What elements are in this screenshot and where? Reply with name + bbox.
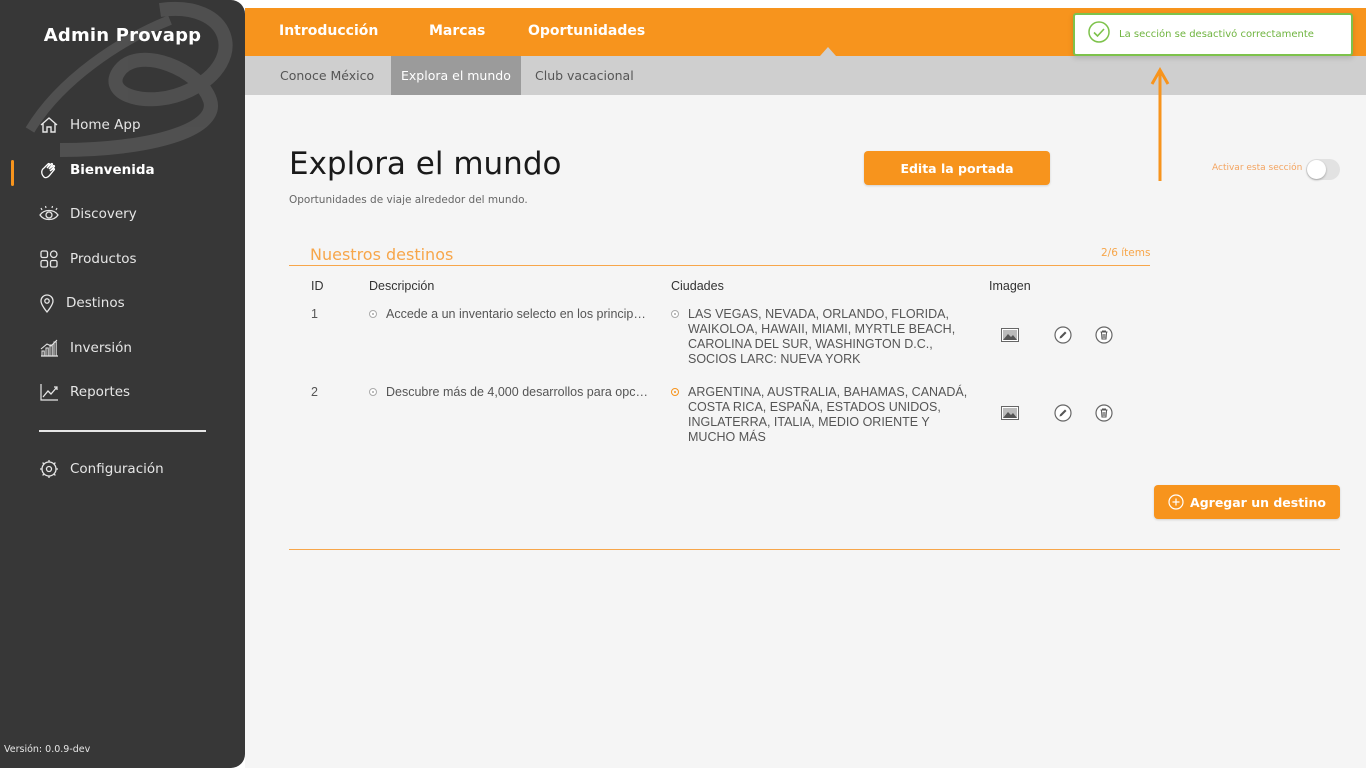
image-icon[interactable] xyxy=(1001,326,1019,344)
bottom-divider xyxy=(289,549,1340,550)
row-description: Accede a un inventario selecto en los pr… xyxy=(386,307,649,321)
location-pin-icon xyxy=(38,292,56,314)
row-id: 1 xyxy=(311,307,318,321)
sidebar-item-label: Inversión xyxy=(70,340,132,356)
sidebar-item-bienvenida[interactable]: Bienvenida xyxy=(38,156,155,184)
trash-icon[interactable] xyxy=(1095,326,1113,344)
grid-icon xyxy=(38,248,60,270)
subtab-club-vacacional[interactable]: Club vacacional xyxy=(525,56,644,95)
sidebar-item-destinos[interactable]: Destinos xyxy=(38,289,125,317)
sidebar-item-home-app[interactable]: Home App xyxy=(38,111,141,139)
sidebar-item-label: Discovery xyxy=(70,206,137,222)
sidebar-item-label: Productos xyxy=(70,251,137,267)
edit-pencil-icon[interactable] xyxy=(1054,404,1072,422)
edit-cover-button[interactable]: Edita la portada xyxy=(864,151,1050,185)
sidebar-item-productos[interactable]: Productos xyxy=(38,245,137,273)
toggle-knob xyxy=(1307,160,1326,179)
section-divider xyxy=(289,265,1150,266)
trash-icon[interactable] xyxy=(1095,404,1113,422)
sidebar-divider xyxy=(39,430,206,432)
sidebar-item-label: Reportes xyxy=(70,384,131,400)
add-destination-label: Agregar un destino xyxy=(1190,494,1326,510)
image-icon[interactable] xyxy=(1001,404,1019,422)
trend-chart-icon xyxy=(38,381,60,403)
active-tab-caret xyxy=(820,47,836,56)
tab-introduccion[interactable]: Introducción xyxy=(279,23,378,39)
success-toast: La sección se desactivó correctamente xyxy=(1073,13,1353,56)
home-icon xyxy=(38,114,60,136)
app-title: Admin Provapp xyxy=(43,25,202,46)
items-count: 2/6 ítems xyxy=(1101,247,1151,259)
add-destination-button[interactable]: Agregar un destino xyxy=(1154,485,1340,519)
column-header-description: Descripción xyxy=(369,279,435,293)
eye-icon xyxy=(38,203,60,225)
page-subtitle: Oportunidades de viaje alrededor del mun… xyxy=(289,194,528,206)
check-circle-icon xyxy=(1088,21,1110,48)
sub-nav: Conoce México Explora el mundo Club vaca… xyxy=(245,56,1366,95)
sidebar-item-reportes[interactable]: Reportes xyxy=(38,378,130,406)
section-title: Nuestros destinos xyxy=(310,245,454,264)
gear-icon xyxy=(38,458,60,480)
toggle-label: Activar esta sección xyxy=(1212,163,1303,173)
plus-circle-icon xyxy=(1168,494,1184,510)
subtab-conoce-mexico[interactable]: Conoce México xyxy=(270,56,384,95)
bar-chart-icon xyxy=(38,337,60,359)
tab-oportunidades[interactable]: Oportunidades xyxy=(528,23,645,39)
row-cities-text: LAS VEGAS, NEVADA, ORLANDO, FLORIDA, WAI… xyxy=(688,307,956,366)
page-title: Explora el mundo xyxy=(289,146,562,182)
sidebar-item-label: Bienvenida xyxy=(70,162,155,178)
row-id: 2 xyxy=(311,385,318,399)
row-cities: ARGENTINA, AUSTRALIA, BAHAMAS, CANADÁ, C… xyxy=(671,385,971,445)
column-header-image: Imagen xyxy=(989,279,1031,293)
column-header-id: ID xyxy=(311,279,324,293)
activate-section-toggle[interactable] xyxy=(1306,159,1340,180)
version-label: Versión: 0.0.9-dev xyxy=(4,744,91,755)
sidebar-item-label: Configuración xyxy=(70,461,164,477)
sidebar-item-label: Home App xyxy=(70,117,141,133)
edit-pencil-icon[interactable] xyxy=(1054,326,1072,344)
tab-marcas[interactable]: Marcas xyxy=(429,23,485,39)
row-cities: LAS VEGAS, NEVADA, ORLANDO, FLORIDA, WAI… xyxy=(671,307,971,367)
row-cities-text: ARGENTINA, AUSTRALIA, BAHAMAS, CANADÁ, C… xyxy=(688,385,968,444)
row-description: Descubre más de 4,000 desarrollos para o… xyxy=(386,385,649,399)
column-header-cities: Ciudades xyxy=(671,279,724,293)
toast-message: La sección se desactivó correctamente xyxy=(1119,29,1314,40)
active-indicator xyxy=(11,160,14,186)
sidebar-item-discovery[interactable]: Discovery xyxy=(38,200,137,228)
wave-hand-icon xyxy=(38,159,60,181)
sidebar: Admin Provapp Home App Bienvenida Discov… xyxy=(0,0,245,768)
sidebar-item-configuracion[interactable]: Configuración xyxy=(38,455,164,483)
sidebar-item-label: Destinos xyxy=(66,295,125,311)
annotation-arrow xyxy=(1150,66,1170,181)
subtab-explora-el-mundo[interactable]: Explora el mundo xyxy=(391,56,521,95)
sidebar-item-inversion[interactable]: Inversión xyxy=(38,334,132,362)
